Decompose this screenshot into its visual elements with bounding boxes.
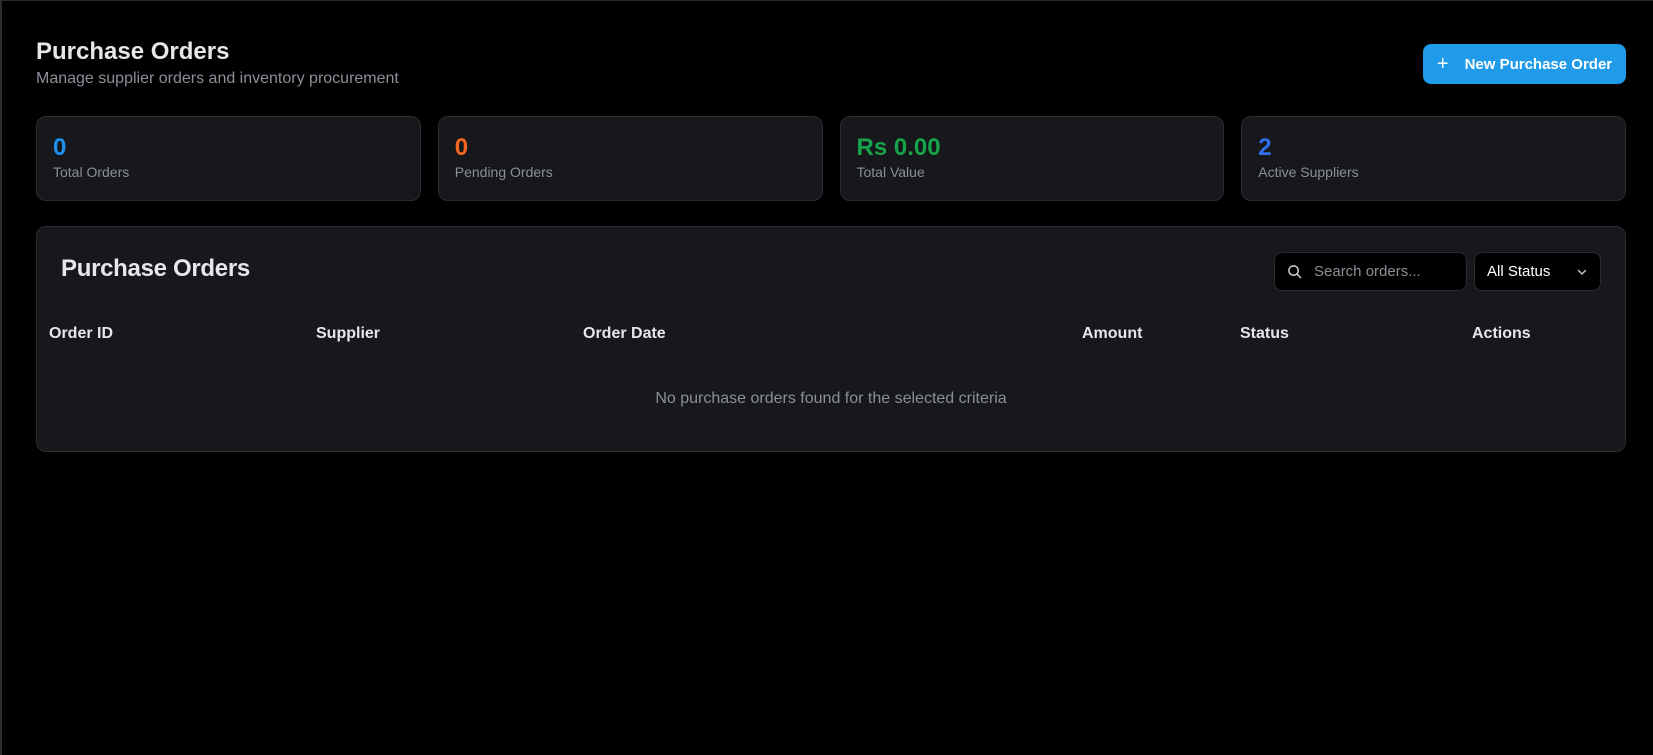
chevron-down-icon (1577, 269, 1587, 275)
column-header-amount[interactable]: Amount (1082, 325, 1142, 343)
column-header-order-date[interactable]: Order Date (583, 325, 666, 343)
stat-card-active-suppliers: 2 Active Suppliers (1241, 116, 1626, 201)
stat-value: 0 (454, 134, 469, 161)
stat-card-total-orders: 0 Total Orders (36, 116, 421, 201)
new-purchase-order-button[interactable]: + New Purchase Order (1423, 44, 1626, 84)
new-purchase-order-label: New Purchase Order (1464, 55, 1613, 73)
page-subtitle: Manage supplier orders and inventory pro… (36, 70, 399, 87)
plus-icon: + (1436, 53, 1449, 75)
app-frame: Purchase Orders Manage supplier orders a… (0, 0, 1653, 755)
stat-label: Active Suppliers (1258, 164, 1359, 180)
stats-row: 0 Total Orders 0 Pending Orders Rs 0.00 … (36, 116, 1626, 201)
stat-value: Rs 0.00 (856, 134, 941, 161)
stat-value: 0 (53, 134, 67, 161)
column-header-status[interactable]: Status (1240, 325, 1289, 343)
search-icon (1288, 265, 1302, 279)
empty-state-message: No purchase orders found for the selecte… (655, 390, 1007, 407)
stat-value: 2 (1258, 134, 1272, 161)
column-header-order-id[interactable]: Order ID (49, 325, 113, 343)
column-header-actions: Actions (1472, 325, 1531, 342)
page-header: Purchase Orders Manage supplier orders a… (36, 37, 1626, 87)
purchase-orders-table-card: Purchase Orders All Status Order ID Supp… (36, 226, 1626, 452)
stat-label: Total Orders (53, 164, 130, 180)
stat-label: Total Value (856, 164, 925, 180)
status-filter-select[interactable]: All Status (1474, 252, 1601, 291)
status-filter-value: All Status (1487, 263, 1551, 280)
stat-label: Pending Orders (454, 164, 553, 180)
search-field[interactable] (1274, 252, 1467, 291)
table-header: Order ID Supplier Order Date Amount Stat… (37, 325, 1625, 347)
search-input[interactable] (1314, 263, 1464, 280)
stat-card-pending-orders: 0 Pending Orders (437, 116, 823, 201)
table-title: Purchase Orders (61, 255, 250, 282)
stat-card-total-value: Rs 0.00 Total Value (839, 116, 1225, 201)
column-header-supplier[interactable]: Supplier (316, 325, 380, 343)
page-title: Purchase Orders (36, 38, 230, 65)
